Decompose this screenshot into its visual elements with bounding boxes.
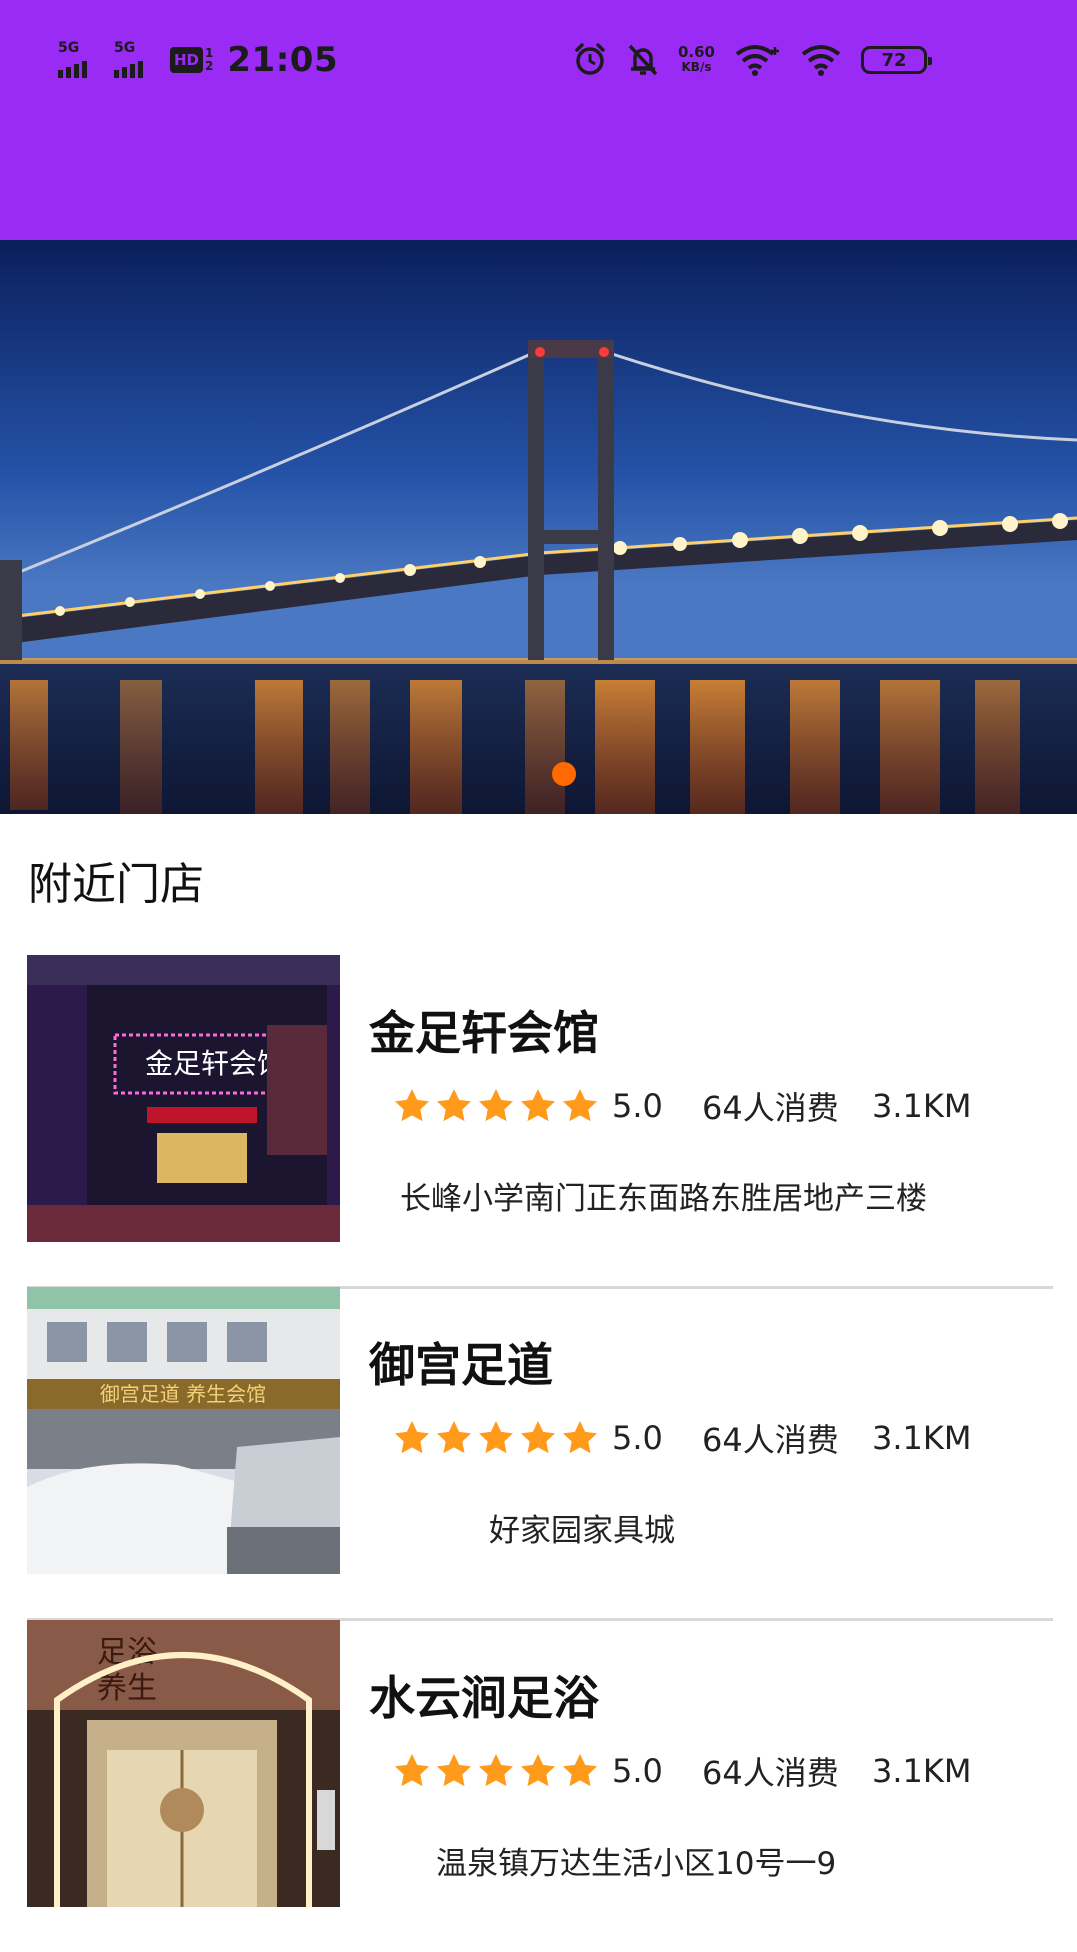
star-icon [437,1089,471,1122]
rating-stars [392,1418,600,1458]
banner-carousel[interactable] [0,240,1077,814]
store-name[interactable]: 金足轩会馆 [369,997,599,1063]
hd-voice-icon: HD 1 2 [170,47,213,73]
star-icon [479,1754,513,1787]
star-icon [395,1421,429,1454]
signal-icon: 5G [58,40,100,80]
signal-icon: 5G [114,40,156,80]
svg-text:御宫足道 养生会馆: 御宫足道 养生会馆 [100,1382,266,1406]
consumer-count: 64人消费 [702,1754,839,1792]
rating-value: 5.0 [612,1087,663,1125]
consumer-count: 64人消费 [702,1089,839,1127]
store-thumbnail: 金足轩会馆 [27,955,340,1242]
rating-value: 5.0 [612,1419,663,1457]
store-meta: 5.0 64人消费 3.1KM [392,1415,971,1461]
store-thumbnail: 足浴 养生 [27,1620,340,1907]
distance: 3.1KM [872,1752,972,1790]
star-icon [479,1421,513,1454]
hd-sub: 2 [205,59,214,73]
store-address: 好家园家具城 [489,1513,675,1549]
store-card[interactable]: 御宫足道 养生会馆 御宫足道 5.0 64人消费 3.1KM 好家园家具城 [0,1287,1077,1619]
star-icon [395,1089,429,1122]
consumer-count: 64人消费 [702,1421,839,1459]
mute-bell-icon [628,44,658,76]
store-name[interactable]: 水云涧足浴 [369,1662,599,1728]
store-card[interactable]: 足浴 养生 水云涧足浴 5.0 64人消费 3.1KM 温泉镇万达生活小区10号… [0,1620,1077,1952]
rating-value: 5.0 [612,1752,663,1790]
store-meta: 5.0 64人消费 3.1KM [392,1083,971,1129]
star-icon [563,1089,597,1122]
carousel-indicator[interactable] [552,762,576,786]
svg-text:养生: 养生 [97,1671,157,1706]
wifi-icon [801,45,841,76]
star-icon [479,1089,513,1122]
clock: 21:05 [227,40,339,80]
network-speed: 0.60 KB/s [678,45,715,75]
svg-text:金足轩会馆: 金足轩会馆 [145,1047,285,1080]
distance: 3.1KM [872,1087,972,1125]
battery-icon: 72 [861,46,932,74]
network-type: 5G [58,40,80,56]
distance: 3.1KM [872,1419,972,1457]
star-icon [437,1421,471,1454]
battery-level: 72 [881,49,907,71]
wifi-icon [735,45,779,76]
app-header: 5G 5G HD 1 2 21:05 0.60 KB/s 72 [0,0,1077,240]
store-address: 温泉镇万达生活小区10号一9 [436,1846,837,1882]
store-name[interactable]: 御宫足道 [369,1329,553,1395]
star-icon [437,1754,471,1787]
star-icon [563,1421,597,1454]
status-bar-right: 0.60 KB/s 72 [572,38,932,82]
store-address: 长峰小学南门正东面路东胜居地产三楼 [400,1181,927,1217]
speed-unit: KB/s [681,60,712,74]
rating-stars [392,1086,600,1126]
store-meta: 5.0 64人消费 3.1KM [392,1748,971,1794]
star-icon [395,1754,429,1787]
star-icon [563,1754,597,1787]
store-card[interactable]: 金足轩会馆 金足轩会馆 5.0 64人消费 3.1KM 长峰小学南门正东面路东胜… [0,955,1077,1287]
banner-image [0,240,1077,814]
star-icon [521,1754,555,1787]
star-icon [521,1421,555,1454]
section-title: 附近门店 [28,859,204,910]
star-icon [521,1089,555,1122]
rating-stars [392,1751,600,1791]
store-thumbnail: 御宫足道 养生会馆 [27,1287,340,1574]
status-bar-left: 5G 5G HD 1 2 21:05 [58,38,338,82]
hd-label: HD [170,47,204,73]
alarm-icon [575,43,605,75]
speed-value: 0.60 [677,43,715,61]
network-type: 5G [114,40,136,56]
